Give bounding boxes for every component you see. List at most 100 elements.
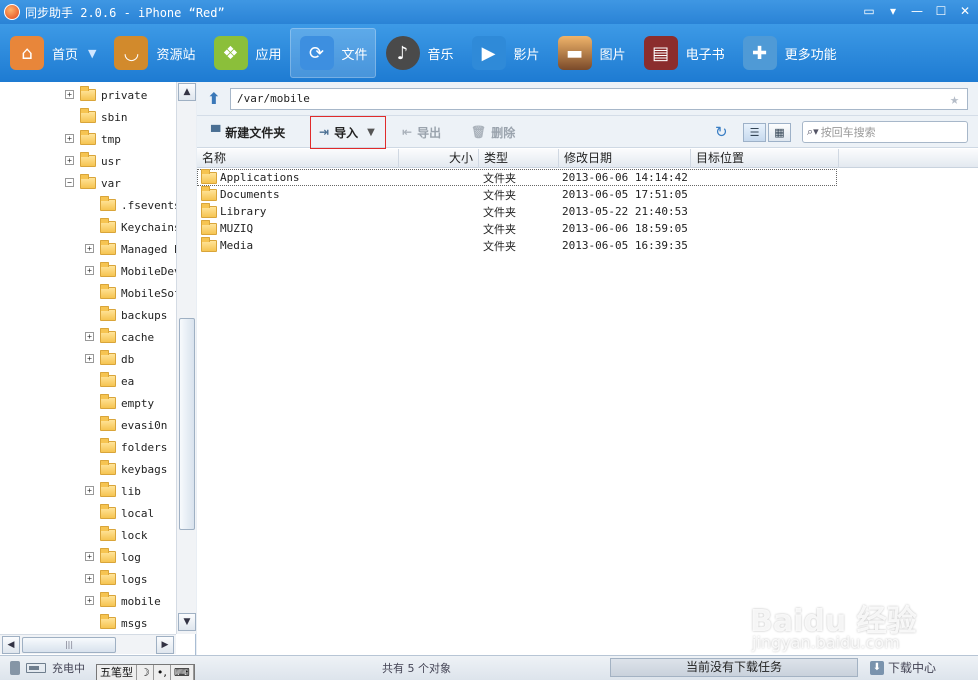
scroll-up-arrow-icon[interactable]: ▲: [178, 83, 196, 101]
file-row[interactable]: Media 文件夹 2013-06-05 16:39:35: [197, 236, 837, 254]
tree-item[interactable]: + tmp: [65, 129, 121, 149]
tab-movies[interactable]: ▶ 影片: [462, 28, 548, 78]
tree-item-label: Managed P: [121, 242, 176, 256]
tree-vertical-scrollbar[interactable]: ▲ ▼: [176, 82, 196, 634]
scroll-left-arrow-icon[interactable]: ◀: [2, 636, 20, 654]
tree-item[interactable]: lock: [100, 525, 148, 545]
music-note-icon: ♪: [385, 36, 420, 70]
expand-icon[interactable]: +: [85, 244, 94, 253]
ime-toolbar[interactable]: 五笔型 ☽ •, ⌨: [96, 664, 195, 680]
tree-item[interactable]: folders: [100, 437, 167, 457]
import-dropdown-chevron-icon[interactable]: ▼: [367, 127, 375, 138]
tree-item[interactable]: local: [100, 503, 154, 523]
download-center-button[interactable]: ⬇ 下载中心: [870, 659, 936, 676]
tree-vertical-scroll-thumb[interactable]: [179, 318, 195, 530]
tree-item[interactable]: sbin: [80, 107, 128, 127]
import-button[interactable]: ⇥ 导入 ▼: [319, 122, 375, 142]
tree-item[interactable]: + logs: [85, 569, 148, 589]
tree-item[interactable]: + log: [85, 547, 141, 567]
scroll-right-arrow-icon[interactable]: ▶: [156, 636, 174, 654]
expand-icon[interactable]: +: [85, 552, 94, 561]
tree-item[interactable]: + mobile: [85, 591, 161, 611]
tree-item[interactable]: MobileSof: [100, 283, 176, 303]
tree-item-label: backups: [121, 308, 168, 322]
download-task-status: 当前没有下载任务: [610, 658, 858, 677]
tree-item[interactable]: + lib: [85, 481, 141, 501]
tree-item-label: log: [121, 550, 141, 564]
file-date: 2013-06-06 18:59:05: [562, 222, 688, 235]
tree-item[interactable]: keybags: [100, 459, 167, 479]
column-target[interactable]: 目标位置: [691, 149, 839, 168]
maximize-button[interactable]: ☐: [934, 4, 948, 18]
expand-icon[interactable]: +: [85, 266, 94, 275]
tree-item[interactable]: backups: [100, 305, 167, 325]
export-button[interactable]: ⇤ 导出: [402, 122, 441, 142]
new-folder-label: 新建文件夹: [225, 125, 286, 140]
column-name[interactable]: 名称: [197, 149, 399, 168]
file-row[interactable]: MUZIQ 文件夹 2013-06-06 18:59:05: [197, 219, 837, 237]
tree-item[interactable]: ea: [100, 371, 134, 391]
expand-icon[interactable]: +: [85, 354, 94, 363]
tree-item[interactable]: Keychains: [100, 217, 176, 237]
ime-keyboard-icon[interactable]: ⌨: [171, 665, 194, 680]
tree-item[interactable]: + private: [65, 85, 147, 105]
file-row[interactable]: Applications 文件夹 2013-06-06 14:14:42: [197, 168, 837, 186]
menu-icon[interactable]: ▾: [886, 4, 900, 18]
collapse-icon[interactable]: −: [65, 178, 74, 187]
tree-item[interactable]: + cache: [85, 327, 154, 347]
tree-item[interactable]: + Managed P: [85, 239, 176, 259]
delete-button[interactable]: 🗑 删除: [471, 122, 515, 142]
tab-ebooks[interactable]: ▤ 电子书: [634, 28, 733, 78]
delete-label: 删除: [491, 125, 516, 140]
tab-files[interactable]: ⟳ 文件: [289, 28, 376, 78]
tab-pictures[interactable]: ▬ 图片: [548, 28, 634, 78]
expand-icon[interactable]: +: [85, 332, 94, 341]
tree-item[interactable]: + MobileDev: [85, 261, 176, 281]
grid-view-icon[interactable]: ▦: [768, 123, 791, 142]
list-view-icon[interactable]: ☰: [743, 123, 766, 142]
expand-icon[interactable]: +: [85, 574, 94, 583]
expand-icon[interactable]: +: [85, 596, 94, 605]
tree-item[interactable]: empty: [100, 393, 154, 413]
ime-punct-icon[interactable]: •,: [154, 665, 171, 680]
tab-resources[interactable]: ◡ 资源站: [104, 28, 203, 78]
minimize-button[interactable]: —: [910, 4, 924, 18]
tree-item[interactable]: .fsevents: [100, 195, 176, 215]
tab-home-label: 首页: [52, 47, 79, 63]
column-type[interactable]: 类型: [479, 149, 559, 168]
column-date[interactable]: 修改日期: [559, 149, 691, 168]
file-row[interactable]: Library 文件夹 2013-05-22 21:40:53: [197, 202, 837, 220]
expand-icon[interactable]: +: [85, 486, 94, 495]
tree-item[interactable]: msgs: [100, 613, 148, 633]
tab-music[interactable]: ♪ 音乐: [376, 28, 462, 78]
tree-item[interactable]: + db: [85, 349, 134, 369]
tree-horizontal-scrollbar[interactable]: ◀ ||| ▶: [0, 634, 176, 654]
home-dropdown-chevron-icon[interactable]: ▼: [88, 47, 96, 60]
expand-icon[interactable]: +: [65, 134, 74, 143]
tab-home[interactable]: ⌂ 首页: [0, 28, 86, 78]
tree-item[interactable]: + usr: [65, 151, 121, 171]
file-row[interactable]: Documents 文件夹 2013-06-05 17:51:05: [197, 185, 837, 203]
tree-item-label: keybags: [121, 462, 168, 476]
ime-moon-icon[interactable]: ☽: [137, 665, 154, 680]
refresh-icon[interactable]: ↻: [715, 123, 728, 141]
folder-tree: + private sbin + tmp + usr − var .fsevents Keychai…: [0, 82, 176, 634]
close-button[interactable]: ✕: [958, 4, 972, 18]
tab-apps[interactable]: ❖ 应用: [204, 28, 290, 78]
expand-icon[interactable]: +: [65, 90, 74, 99]
tree-item[interactable]: evasi0n: [100, 415, 167, 435]
feedback-icon[interactable]: ▭: [862, 4, 876, 18]
scroll-down-arrow-icon[interactable]: ▼: [178, 613, 196, 631]
tab-more[interactable]: ✚ 更多功能: [733, 28, 845, 78]
up-arrow-icon[interactable]: ⬆: [205, 91, 223, 109]
expand-icon[interactable]: +: [65, 156, 74, 165]
path-input[interactable]: /var/mobile ★: [230, 88, 968, 110]
tree-item[interactable]: − var: [65, 173, 121, 193]
favorite-star-icon[interactable]: ★: [950, 91, 959, 107]
title-bar: 同步助手 2.0.6 - iPhone “Red” ▭ ▾ — ☐ ✕: [0, 0, 978, 24]
tree-horizontal-scroll-thumb[interactable]: |||: [22, 637, 116, 653]
column-size[interactable]: 大小: [399, 149, 479, 168]
search-input[interactable]: ⌕▾ 按回车搜索: [802, 121, 968, 143]
ime-mode[interactable]: 五笔型: [97, 665, 137, 680]
new-folder-button[interactable]: ▀ 新建文件夹: [211, 122, 285, 142]
